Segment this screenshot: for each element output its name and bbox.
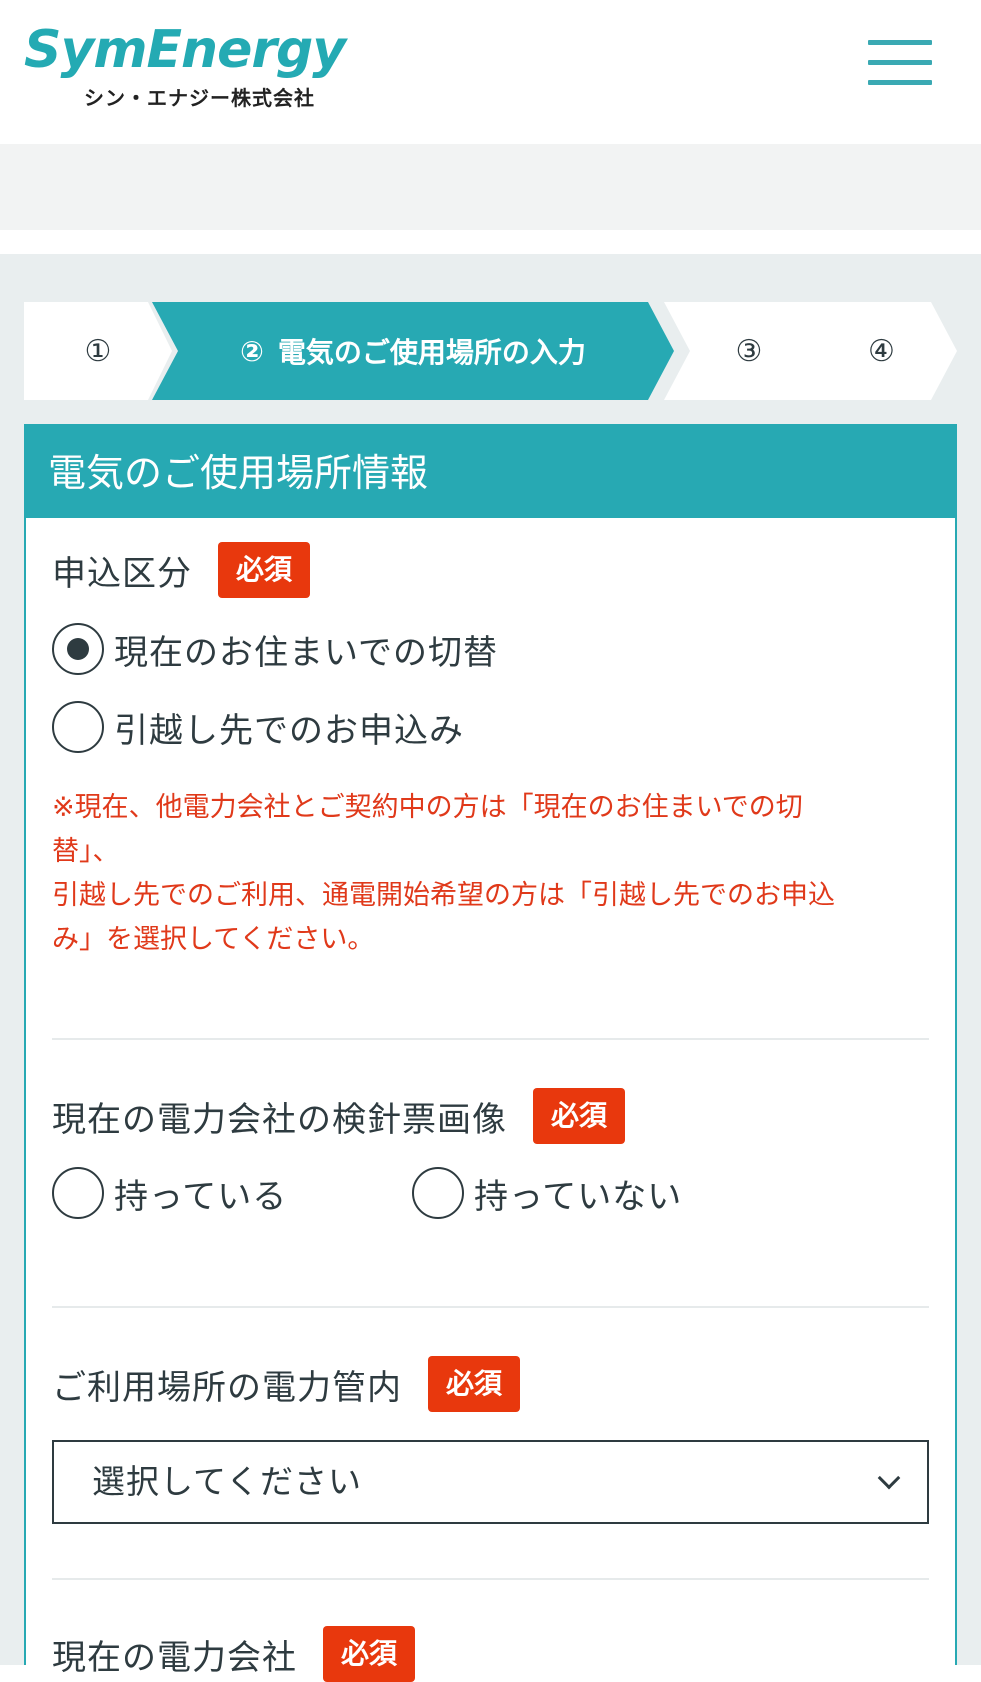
step-3: ③	[664, 302, 834, 400]
menu-bar	[868, 60, 932, 65]
step-number: ②	[240, 334, 264, 368]
select-placeholder: 選択してください	[92, 1462, 363, 1501]
card-body: 申込区分 必須 現在のお住まいでの切替 引越し先でのお申込み ※現在、他電力会社…	[26, 542, 955, 1682]
required-badge: 必須	[428, 1356, 521, 1412]
radio-option-have[interactable]: 持っている	[52, 1167, 412, 1219]
step-number: ①	[84, 333, 112, 369]
power-area-label-row: ご利用場所の電力管内 必須	[52, 1356, 929, 1412]
step-number: ③	[735, 333, 763, 369]
site-header: SymEnergy シン・エナジー株式会社	[0, 0, 981, 144]
power-area-label: ご利用場所の電力管内	[52, 1367, 402, 1408]
required-badge: 必須	[218, 542, 311, 598]
divider	[52, 1578, 929, 1580]
progress-stepper: ① ② 電気のご使用場所の入力 ③ ④	[24, 302, 957, 400]
radio-option-not-have[interactable]: 持っていない	[412, 1167, 682, 1219]
menu-bar	[868, 40, 932, 45]
header-band	[0, 144, 981, 230]
radio-label[interactable]: 現在のお住まいでの切替	[114, 625, 498, 674]
radio-label[interactable]: 持っていない	[474, 1169, 682, 1218]
meter-image-label: 現在の電力会社の検針票画像	[52, 1099, 507, 1140]
note-line: み」を選択してください。	[52, 924, 375, 955]
spacer	[0, 230, 981, 254]
meter-image-options: 持っている 持っていない	[52, 1154, 929, 1232]
card-title: 電気のご使用場所情報	[24, 424, 957, 518]
hamburger-menu-icon[interactable]	[868, 40, 932, 88]
application-type-label-row: 申込区分 必須	[52, 542, 929, 598]
symenergy-logo[interactable]: SymEnergy シン・エナジー株式会社	[24, 20, 346, 111]
step-number: ④	[868, 333, 895, 369]
usage-location-card: 電気のご使用場所情報 申込区分 必須 現在のお住まいでの切替 引越し先でのお申込…	[24, 424, 957, 1682]
meter-image-label-row: 現在の電力会社の検針票画像 必須	[52, 1088, 929, 1144]
required-badge: 必須	[323, 1626, 416, 1682]
divider	[52, 1306, 929, 1308]
radio-option-move[interactable]: 引越し先でのお申込み	[52, 688, 929, 766]
radio-label[interactable]: 持っている	[114, 1169, 287, 1218]
current-company-label-row: 現在の電力会社 必須	[52, 1626, 929, 1682]
current-company-label: 現在の電力会社	[52, 1637, 297, 1678]
radio-button[interactable]	[52, 701, 104, 753]
note-line: ※現在、他電力会社とご契約中の方は「現在のお住まいでの切	[52, 792, 803, 823]
step-label: 電気のご使用場所の入力	[277, 336, 586, 369]
application-type-note: ※現在、他電力会社とご契約中の方は「現在のお住まいでの切 替」、 引越し先でのご…	[52, 786, 902, 962]
note-line: 引越し先でのご利用、通電開始希望の方は「引越し先でのお申込	[52, 880, 835, 911]
application-type-label: 申込区分	[52, 553, 192, 594]
divider	[52, 1038, 929, 1040]
menu-bar	[868, 80, 932, 85]
step-2-active: ② 電気のご使用場所の入力	[152, 302, 674, 400]
required-badge: 必須	[533, 1088, 626, 1144]
radio-button[interactable]	[412, 1167, 464, 1219]
logo-company-name: シン・エナジー株式会社	[84, 86, 315, 110]
radio-button[interactable]	[52, 1167, 104, 1219]
note-line: 替」、	[52, 836, 120, 867]
power-area-select[interactable]: 選択してください	[52, 1440, 929, 1524]
radio-label[interactable]: 引越し先でのお申込み	[114, 703, 464, 752]
step-1: ①	[24, 302, 172, 400]
logo-wordmark: SymEnergy	[24, 20, 346, 80]
radio-button[interactable]	[52, 623, 104, 675]
radio-option-switch[interactable]: 現在のお住まいでの切替	[52, 610, 929, 688]
chevron-down-icon	[877, 1466, 901, 1490]
